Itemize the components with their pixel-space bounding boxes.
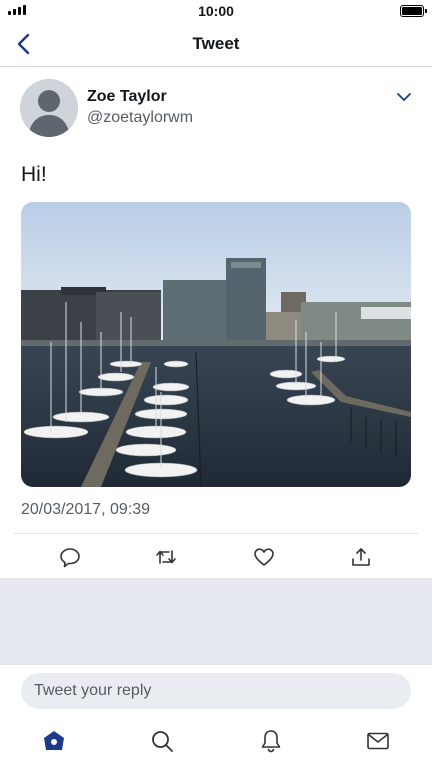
status-bar: 10:00 xyxy=(0,0,432,22)
tweet-timestamp: 20/03/2017, 09:39 xyxy=(21,501,151,518)
chevron-down-icon xyxy=(397,93,411,101)
tab-search[interactable] xyxy=(149,728,175,754)
envelope-icon xyxy=(367,732,389,750)
reply-input[interactable] xyxy=(21,673,411,709)
avatar[interactable] xyxy=(20,79,78,137)
tab-messages[interactable] xyxy=(365,728,391,754)
page-title: Tweet xyxy=(192,34,240,53)
search-icon xyxy=(152,731,173,752)
default-avatar-icon xyxy=(20,79,78,137)
author-name[interactable]: Zoe Taylor xyxy=(87,88,167,106)
status-time: 10:00 xyxy=(198,3,234,19)
heart-icon xyxy=(254,548,274,566)
tweet-actions xyxy=(14,533,418,579)
bell-icon xyxy=(261,730,281,753)
author-handle[interactable]: @zoetaylorwm xyxy=(87,109,193,127)
reply-list-area xyxy=(0,578,432,665)
nav-bar: Tweet xyxy=(0,22,432,67)
marina-photo xyxy=(21,202,411,487)
tweet-menu-button[interactable] xyxy=(396,89,412,105)
reply-bar xyxy=(0,664,432,715)
tweet-author: Zoe Taylor @zoetaylorwm xyxy=(20,79,412,137)
like-button[interactable] xyxy=(253,546,275,568)
home-icon xyxy=(44,731,64,750)
tweet-photo[interactable] xyxy=(21,202,411,487)
battery-icon xyxy=(400,5,427,17)
tab-notifications[interactable] xyxy=(258,728,284,754)
reply-button[interactable] xyxy=(59,546,81,568)
retweet-icon xyxy=(156,550,176,564)
tweet-text: Hi! xyxy=(21,163,47,186)
tab-home[interactable] xyxy=(41,728,67,754)
share-button[interactable] xyxy=(350,546,372,568)
share-icon xyxy=(352,548,370,566)
retweet-button[interactable] xyxy=(155,546,177,568)
tab-bar xyxy=(0,714,432,768)
reply-icon xyxy=(60,548,80,568)
